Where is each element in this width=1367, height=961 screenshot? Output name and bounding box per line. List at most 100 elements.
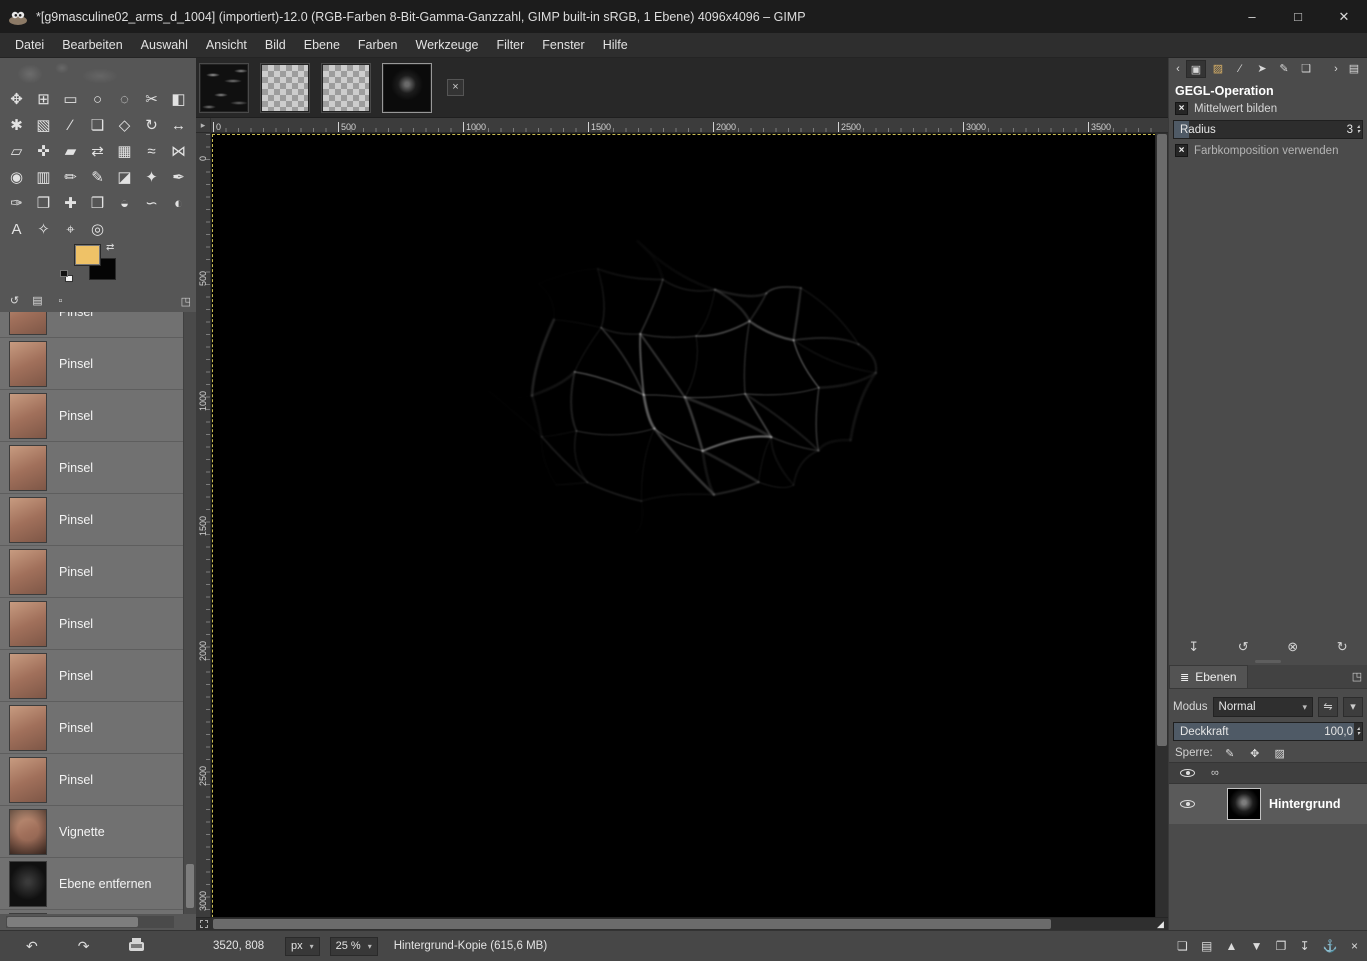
perspective-tool[interactable]: ▰ [57,138,84,164]
image-tab-checker-2[interactable] [321,62,371,113]
scale-tool[interactable]: ↔ [165,112,192,138]
foreground-color-swatch[interactable] [74,244,101,266]
restore-settings-button[interactable]: ↺ [1238,639,1249,655]
new-layer-button[interactable]: ❏ [1177,939,1188,953]
menu-item[interactable]: Auswahl [132,34,197,56]
unit-select[interactable]: px ▾ [285,936,320,956]
mode-menu-button[interactable]: ▾ [1343,697,1363,717]
dock-menu-tab[interactable]: ▤ [1344,60,1364,78]
dodge-burn-tool[interactable]: ◐ [165,190,192,216]
switch-mode-button[interactable]: ⇋ [1318,697,1338,717]
swatch-tab[interactable]: ▫ [51,293,70,310]
quick-mask-button[interactable] [196,918,211,930]
scissors-select-tool[interactable]: ✂ [138,86,165,112]
vertical-ruler[interactable]: 0 500 1000 1500 2000 2500 3000 [196,133,211,917]
zoom-select[interactable]: 25 % ▾ [329,936,378,956]
history-hscrollbar[interactable] [6,916,174,928]
undo-history-item[interactable]: Pinsel [0,494,183,546]
measure-tool[interactable]: ⌖ [57,216,84,242]
unified-transform-tool[interactable]: ◇ [111,112,138,138]
undo-history-item[interactable]: Vignette [0,806,183,858]
duplicate-layer-button[interactable]: ❐ [1276,939,1287,953]
crop-tool[interactable]: ❏ [84,112,111,138]
ellipse-select-tool[interactable]: ○ [84,86,111,112]
select-by-color-tool[interactable]: ▧ [30,112,57,138]
dock-corner-icon[interactable]: ◳ [181,295,191,308]
airbrush-tool[interactable]: ✦ [138,164,165,190]
radius-spinner[interactable]: ▴ ▾ [1357,124,1360,135]
composition-checkbox[interactable]: × [1175,144,1188,157]
paths-tool[interactable]: ∕ [57,112,84,138]
patterns-tab[interactable]: ▨ [1208,60,1228,78]
undo-button[interactable]: ↶ [26,938,38,955]
foreground-select-tool[interactable]: ◧ [165,86,192,112]
layers-tab[interactable]: ≣ Ebenen [1169,665,1248,688]
canvas-image[interactable] [212,134,1155,917]
undo-history-item[interactable]: Pinsel [0,650,183,702]
lock-position-icon[interactable]: ✥ [1247,747,1263,760]
ruler-corner-button[interactable]: ▸ [196,118,211,132]
rotate-tool[interactable]: ↻ [138,112,165,138]
menu-item[interactable]: Ansicht [197,34,256,56]
shear-tool[interactable]: ▱ [3,138,30,164]
pencil-tool[interactable]: ✏ [57,164,84,190]
pointer-tab[interactable]: ▤ [28,293,47,310]
align-tool[interactable]: ⊞ [30,86,57,112]
close-image-button[interactable]: × [447,79,464,96]
menu-item[interactable]: Fenster [533,34,593,56]
redo-button[interactable]: ↷ [78,938,90,955]
cage-transform-tool[interactable]: ▦ [111,138,138,164]
dialog-tab[interactable]: ❑ [1296,60,1316,78]
undo-history-item[interactable]: Pinsel [0,598,183,650]
undo-history-item[interactable]: Pinsel [0,546,183,598]
clear-history-button[interactable] [129,938,145,954]
undo-history-tab[interactable]: ↺ [5,293,24,310]
delete-settings-button[interactable]: ⊗ [1287,639,1298,655]
close-button[interactable]: ✕ [1321,0,1367,33]
lock-pixels-icon[interactable]: ✎ [1222,747,1238,760]
paint-tab[interactable]: ∕ [1230,60,1250,78]
radius-slider[interactable]: Radius 3 ▴ ▾ [1173,120,1363,139]
export-settings-button[interactable]: ↧ [1188,639,1199,655]
zoom-tool[interactable]: ◎ [84,216,111,242]
menu-item[interactable]: Werkzeuge [407,34,488,56]
navigation-button[interactable]: ◢ [1153,918,1168,930]
visibility-eye-icon[interactable] [1180,766,1195,780]
canvas-hscrollbar-thumb[interactable] [213,919,1052,929]
opacity-spinner[interactable]: ▴ ▾ [1357,726,1360,737]
link-icon[interactable]: ∞ [1211,767,1219,779]
clone-tool[interactable]: ❐ [30,190,57,216]
image-tab-active[interactable] [382,62,432,113]
text-tool[interactable]: A [3,216,30,242]
ink-tool[interactable]: ✒ [165,164,192,190]
lower-layer-button[interactable]: ▼ [1251,939,1263,953]
handle-transform-tool[interactable]: ✜ [30,138,57,164]
layer-visibility-icon[interactable] [1180,797,1195,811]
undo-history-item[interactable]: Pinsel [0,442,183,494]
history-scrollbar[interactable] [183,312,196,914]
undo-history-item[interactable] [0,910,183,914]
n-point-deformation-tool[interactable]: ⋈ [165,138,192,164]
menu-item[interactable]: Datei [6,34,53,56]
minimize-button[interactable]: – [1229,0,1275,33]
flip-tool[interactable]: ⇄ [84,138,111,164]
perspective-clone-tool[interactable]: ❒ [84,190,111,216]
heal-tool[interactable]: ✚ [57,190,84,216]
paintbrush-tool[interactable]: ✎ [84,164,111,190]
bucket-fill-tool[interactable]: ◉ [3,164,30,190]
color-picker-tool[interactable]: ✧ [30,216,57,242]
history-hscrollbar-thumb[interactable] [7,917,139,927]
menu-item[interactable]: Bild [256,34,295,56]
canvas-viewport[interactable] [211,133,1155,917]
free-select-tool[interactable]: ◌ [111,86,138,112]
menu-item[interactable]: Bearbeiten [53,34,131,56]
image-tab-checker-1[interactable] [260,62,310,113]
canvas-vscrollbar[interactable] [1155,133,1168,917]
mean-checkbox[interactable]: × [1175,102,1188,115]
undo-history-item[interactable]: Ebene entfernen [0,858,183,910]
horizontal-ruler[interactable]: 0 500 1000 1500 2000 2500 3000 3500 [211,118,1155,132]
undo-history-item[interactable]: Pinsel [0,754,183,806]
smudge-tool[interactable]: ∽ [138,190,165,216]
eraser-tool[interactable]: ◪ [111,164,138,190]
chevron-left-icon[interactable]: ‹ [1172,60,1184,78]
